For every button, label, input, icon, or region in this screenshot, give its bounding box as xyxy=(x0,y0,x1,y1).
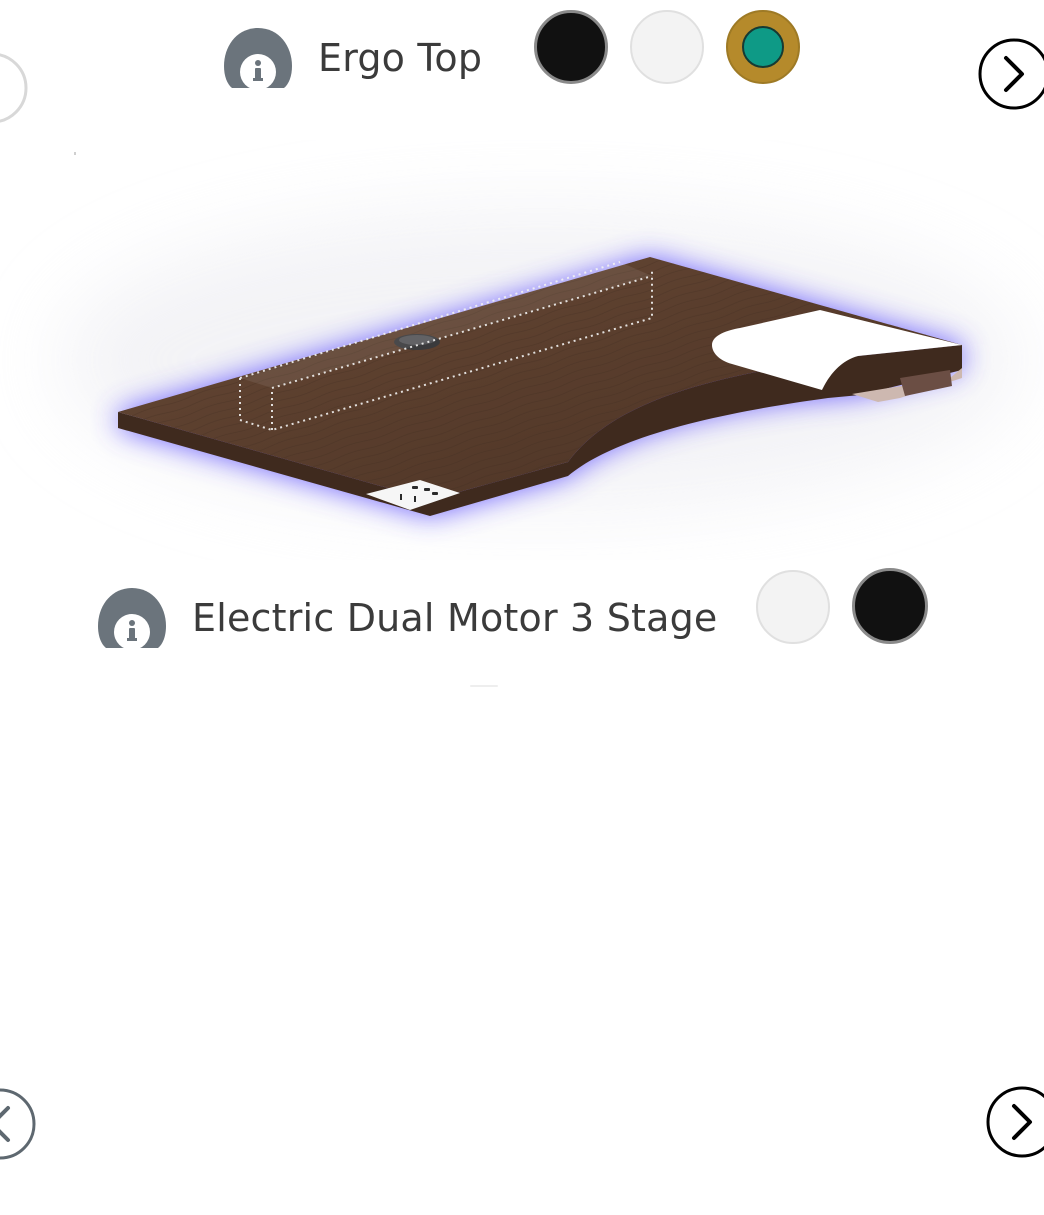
base-color-swatch-black[interactable] xyxy=(852,568,928,644)
info-icon[interactable] xyxy=(222,26,294,90)
top-color-swatch-white[interactable] xyxy=(630,10,704,84)
divider-mark xyxy=(74,152,76,155)
base-prev-button[interactable] xyxy=(0,1086,38,1162)
selected-swatch-inner xyxy=(742,26,784,68)
top-section-header: Ergo Top xyxy=(222,26,482,90)
base-color-swatch-white[interactable] xyxy=(756,570,830,644)
top-prev-button[interactable] xyxy=(0,50,30,126)
info-icon[interactable] xyxy=(96,586,168,650)
top-color-swatch-selected[interactable] xyxy=(726,10,800,84)
faint-divider xyxy=(470,685,498,687)
top-title: Ergo Top xyxy=(318,36,483,80)
base-section-header: Electric Dual Motor 3 Stage xyxy=(96,586,718,650)
desk-top-preview xyxy=(60,210,1020,516)
base-next-button[interactable] xyxy=(984,1084,1044,1160)
base-title: Electric Dual Motor 3 Stage xyxy=(192,596,718,640)
top-next-button[interactable] xyxy=(976,36,1044,112)
top-color-swatch-black[interactable] xyxy=(534,10,608,84)
